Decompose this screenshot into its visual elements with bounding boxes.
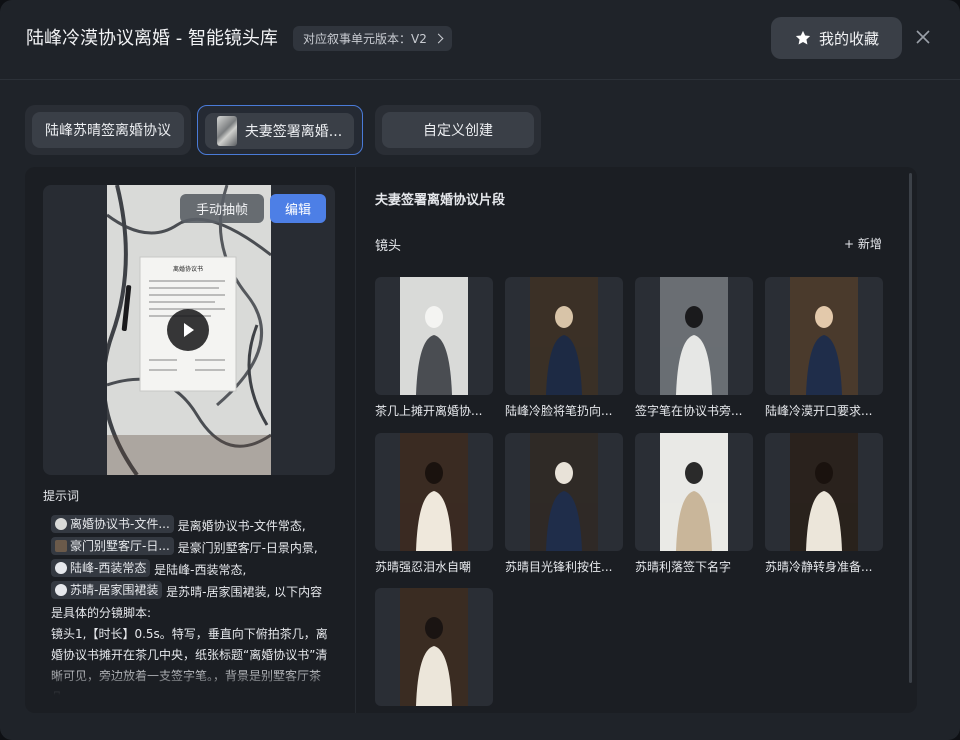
- tab-label: 陆峰苏晴签离婚协议: [32, 112, 184, 148]
- tab-script-1[interactable]: 陆峰苏晴签离婚协议: [25, 105, 191, 155]
- shot-caption: 苏晴冷静转身准备...: [765, 560, 873, 574]
- shot-card[interactable]: 陆峰冷脸将笔扔向...: [505, 277, 623, 419]
- doc-title: 离婚协议书: [173, 265, 203, 273]
- version-label: 对应叙事单元版本：V2: [303, 32, 427, 46]
- shot-thumbnail: [375, 588, 493, 706]
- scrollbar[interactable]: [909, 173, 912, 683]
- dialog-header: 陆峰冷漠协议离婚 - 智能镜头库 对应叙事单元版本：V2 我的收藏: [0, 0, 960, 80]
- shot-image: [400, 277, 468, 395]
- smart-shot-library-dialog: 陆峰冷漠协议离婚 - 智能镜头库 对应叙事单元版本：V2 我的收藏 陆峰苏晴签离…: [0, 0, 960, 740]
- shot-card[interactable]: 苏晴目光锋利按住...: [505, 433, 623, 575]
- tab-label: 夫妻签署离婚...: [244, 124, 343, 140]
- shots-label: 镜头: [375, 239, 402, 254]
- shot-caption: 陆峰冷漠开口要求...: [765, 404, 873, 418]
- prompt-segment: 是陆峰-西装常态,: [150, 563, 247, 577]
- character-icon: [55, 584, 67, 596]
- video-preview[interactable]: 离婚协议书 手动抽帧 编辑: [43, 185, 335, 475]
- shot-image: [790, 277, 858, 395]
- scene-icon: [55, 540, 67, 552]
- shot-image: [530, 277, 598, 395]
- prompt-title: 提示词: [43, 489, 80, 503]
- shot-image: [530, 433, 598, 551]
- shot-caption: 苏晴目光锋利按住...: [505, 560, 613, 574]
- shots-column: 夫妻签署离婚协议片段 镜头 + 新增 茶几上摊开离婚协... 陆峰冷脸将笔扔向..…: [355, 167, 917, 713]
- shot-thumbnail: [765, 433, 883, 551]
- shot-caption: 苏晴利落签下名字: [635, 560, 732, 574]
- shot-thumbnail: [375, 277, 493, 395]
- shot-thumbnail: [505, 277, 623, 395]
- shot-caption: 苏晴强忍泪水自嘲: [375, 560, 472, 574]
- main-panel: 离婚协议书 手动抽帧 编辑 提示词 离婚协议书-文件... 是离婚协议书-文件常…: [25, 167, 917, 713]
- shot-thumbnail: [765, 277, 883, 395]
- shot-image: [660, 433, 728, 551]
- asset-chip-suqing[interactable]: 苏晴-居家围裙装: [51, 581, 163, 599]
- favorites-button[interactable]: 我的收藏: [771, 17, 902, 59]
- tab-inner: 夫妻签署离婚...: [205, 113, 354, 149]
- tab-thumbnail: [216, 116, 237, 146]
- text-fade: [51, 665, 333, 695]
- shot-thumbnail: [635, 277, 753, 395]
- chip-label: 离婚协议书-文件...: [70, 517, 170, 531]
- shot-card[interactable]: 苏晴冷静转身准备...: [765, 433, 883, 575]
- asset-chip-document[interactable]: 离婚协议书-文件...: [51, 515, 174, 533]
- shot-image: [400, 433, 468, 551]
- prompt-text[interactable]: 离婚协议书-文件... 是离婚协议书-文件常态, 豪门别墅客厅-日... 是豪门…: [51, 515, 333, 695]
- shot-thumbnail: [375, 433, 493, 551]
- manual-frame-button[interactable]: 手动抽帧: [180, 194, 264, 223]
- asset-chip-lufeng[interactable]: 陆峰-西装常态: [51, 559, 151, 577]
- page-title: 陆峰冷漠协议离婚 - 智能镜头库: [26, 28, 278, 49]
- tab-custom-create[interactable]: 自定义创建: [375, 105, 541, 155]
- document-icon: [55, 518, 67, 530]
- shot-thumbnail: [505, 433, 623, 551]
- favorites-label: 我的收藏: [818, 29, 879, 48]
- shot-thumbnail: [635, 433, 753, 551]
- shot-caption: 签字笔在协议书旁...: [635, 404, 743, 418]
- character-icon: [55, 562, 67, 574]
- shot-card[interactable]: 签字笔在协议书旁...: [635, 277, 753, 419]
- shot-card[interactable]: 苏晴强忍泪水自嘲: [375, 433, 493, 575]
- asset-chip-villa[interactable]: 豪门别墅客厅-日...: [51, 537, 174, 555]
- shot-caption: 茶几上摊开离婚协...: [375, 404, 483, 418]
- chip-label: 陆峰-西装常态: [70, 561, 147, 575]
- add-shot-button[interactable]: + 新增: [844, 235, 882, 252]
- shot-image: [790, 433, 858, 551]
- prompt-segment: 是离婚协议书-文件常态,: [173, 519, 306, 533]
- play-icon[interactable]: [167, 309, 209, 351]
- chip-label: 豪门别墅客厅-日...: [70, 539, 170, 553]
- close-icon[interactable]: [913, 27, 933, 47]
- chip-label: 苏晴-居家围裙装: [70, 583, 159, 597]
- shot-card[interactable]: 陆峰冷漠开口要求...: [765, 277, 883, 419]
- shot-caption: 陆峰冷脸将笔扔向...: [505, 404, 613, 418]
- tab-label: 自定义创建: [382, 112, 534, 148]
- chevron-right-icon: [433, 33, 444, 44]
- shot-card[interactable]: [375, 588, 493, 713]
- edit-button[interactable]: 编辑: [270, 194, 326, 223]
- star-icon: [795, 30, 811, 45]
- preview-column: 离婚协议书 手动抽帧 编辑 提示词 离婚协议书-文件... 是离婚协议书-文件常…: [43, 185, 335, 705]
- shot-card[interactable]: 茶几上摊开离婚协...: [375, 277, 493, 419]
- segment-title: 夫妻签署离婚协议片段: [375, 193, 506, 208]
- tab-script-2[interactable]: 夫妻签署离婚...: [197, 105, 363, 155]
- prompt-segment: 是豪门别墅客厅-日景内景,: [173, 541, 318, 555]
- shot-image: [660, 277, 728, 395]
- shot-image: [400, 588, 468, 706]
- version-selector[interactable]: 对应叙事单元版本：V2: [293, 26, 452, 51]
- shot-card[interactable]: 苏晴利落签下名字: [635, 433, 753, 575]
